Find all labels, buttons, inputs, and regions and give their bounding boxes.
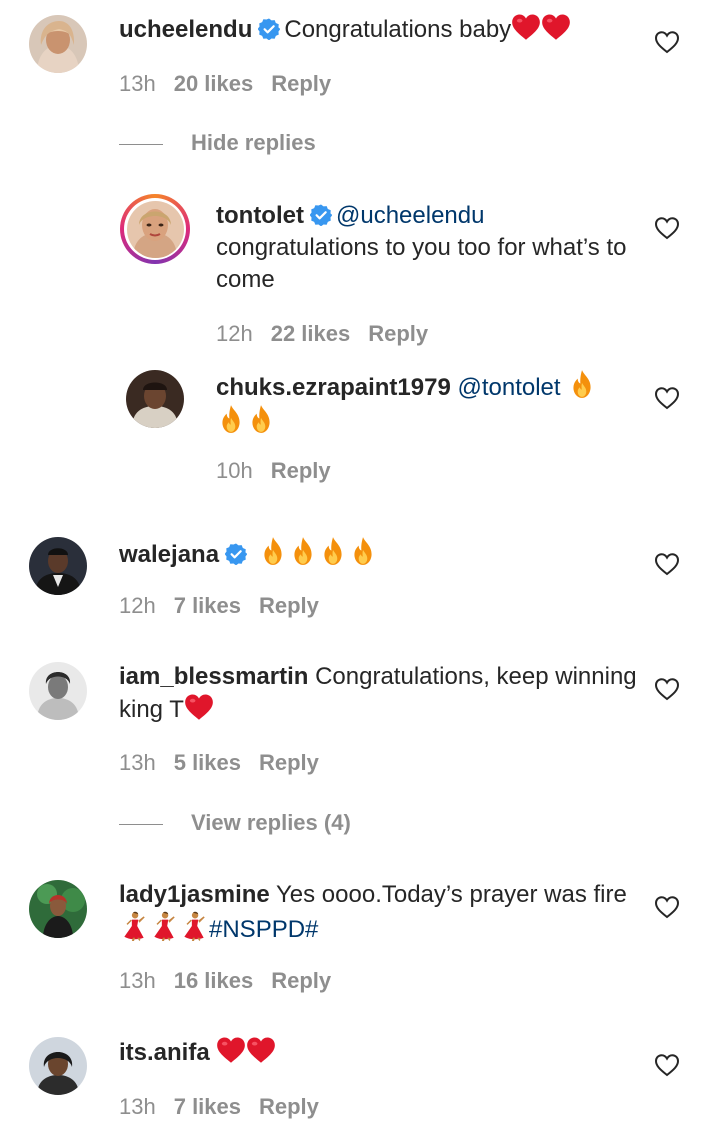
reply-meta: 12h 22 likes Reply <box>216 321 446 347</box>
avatar-image <box>29 662 87 720</box>
fire-emoji-icon <box>258 536 288 566</box>
verified-badge-icon <box>258 18 280 40</box>
avatar-image <box>29 537 87 595</box>
comment-likes[interactable]: 5 likes <box>174 750 241 775</box>
comment-text: Yes oooo.Today’s prayer was fire <box>275 881 627 908</box>
reply-button[interactable]: Reply <box>271 71 331 96</box>
avatar-image <box>126 370 184 428</box>
red-heart-emoji-icon <box>184 693 214 721</box>
avatar[interactable] <box>29 1037 87 1095</box>
reply-username[interactable]: chuks.ezrapaint1979 <box>216 374 451 401</box>
comment-time: 13h <box>119 750 156 775</box>
comment-likes[interactable]: 16 likes <box>174 968 254 993</box>
comment-likes[interactable]: 20 likes <box>174 71 254 96</box>
divider-line <box>119 143 163 145</box>
comment-likes[interactable]: 7 likes <box>174 593 241 618</box>
like-heart-icon[interactable] <box>654 216 680 240</box>
comment-time: 13h <box>119 1094 156 1119</box>
reply-username[interactable]: tontolet <box>216 202 304 229</box>
mention-link[interactable]: @ucheelendu <box>336 202 484 229</box>
comment-username[interactable]: lady1jasmine <box>119 881 270 908</box>
comment-username[interactable]: iam_blessmartin <box>119 663 308 690</box>
avatar[interactable] <box>29 662 87 720</box>
reply-button[interactable]: Reply <box>271 968 331 993</box>
like-heart-icon[interactable] <box>654 386 680 410</box>
dancer-emoji-icon <box>119 911 149 941</box>
fire-emoji-icon <box>567 369 597 399</box>
fire-emoji-icon <box>216 404 246 434</box>
hashtag-link[interactable]: #NSPPD# <box>209 916 318 943</box>
reply-button[interactable]: Reply <box>259 750 319 775</box>
comment-likes[interactable]: 7 likes <box>174 1094 241 1119</box>
comment-body: iam_blessmartin Congratulations, keep wi… <box>119 661 639 726</box>
red-heart-emoji-icon <box>511 13 541 41</box>
verified-badge-icon <box>310 204 332 226</box>
comment-username[interactable]: ucheelendu <box>119 16 252 43</box>
comment-text: Congratulations baby <box>284 16 512 43</box>
avatar[interactable] <box>126 370 184 428</box>
reply-button[interactable]: Reply <box>271 458 331 483</box>
reply-time: 12h <box>216 321 253 346</box>
comment-meta: 13h 20 likes Reply <box>119 71 349 97</box>
like-heart-icon[interactable] <box>654 1053 680 1077</box>
comment-time: 12h <box>119 593 156 618</box>
view-replies-label: View replies (4) <box>191 810 351 835</box>
like-heart-icon[interactable] <box>654 552 680 576</box>
reply-button[interactable]: Reply <box>259 1094 319 1119</box>
avatar-image <box>29 880 87 938</box>
story-avatar[interactable] <box>120 194 190 264</box>
like-heart-icon[interactable] <box>654 895 680 919</box>
reply-meta: 10h Reply <box>216 458 349 484</box>
comment-meta: 13h 7 likes Reply <box>119 1094 337 1120</box>
fire-emoji-icon <box>348 536 378 566</box>
reply-time: 10h <box>216 458 253 483</box>
comment-username[interactable]: its.anifa <box>119 1039 210 1066</box>
hide-replies-button[interactable]: Hide replies <box>119 130 316 156</box>
reply-button[interactable]: Reply <box>259 593 319 618</box>
comment-body: its.anifa <box>119 1036 639 1069</box>
dancer-emoji-icon <box>149 911 179 941</box>
comment-body: lady1jasmine Yes oooo.Today’s prayer was… <box>119 879 639 946</box>
fire-emoji-icon <box>246 404 276 434</box>
like-heart-icon[interactable] <box>654 677 680 701</box>
reply-text: congratulations to you too for what’s to… <box>216 234 627 293</box>
comment-time: 13h <box>119 71 156 96</box>
comment-meta: 13h 5 likes Reply <box>119 750 337 776</box>
reply-button[interactable]: Reply <box>368 321 428 346</box>
red-heart-emoji-icon <box>216 1036 246 1064</box>
avatar[interactable] <box>29 537 87 595</box>
reply-likes[interactable]: 22 likes <box>271 321 351 346</box>
comment-body: walejana <box>119 536 639 571</box>
avatar-image <box>126 200 184 258</box>
comment-meta: 13h 16 likes Reply <box>119 968 349 994</box>
like-heart-icon[interactable] <box>654 30 680 54</box>
view-replies-button[interactable]: View replies (4) <box>119 810 351 836</box>
comment-meta: 12h 7 likes Reply <box>119 593 337 619</box>
avatar-image <box>29 15 87 73</box>
mention-link[interactable]: @tontolet <box>457 374 560 401</box>
comment-username[interactable]: walejana <box>119 541 219 568</box>
comment-body: ucheelendu Congratulations baby <box>119 13 619 46</box>
dancer-emoji-icon <box>179 911 209 941</box>
hide-replies-label: Hide replies <box>191 130 316 155</box>
red-heart-emoji-icon <box>246 1036 276 1064</box>
avatar-image <box>29 1037 87 1095</box>
verified-badge-icon <box>225 543 247 565</box>
avatar[interactable] <box>29 15 87 73</box>
divider-line <box>119 823 163 825</box>
fire-emoji-icon <box>318 536 348 566</box>
avatar[interactable] <box>29 880 87 938</box>
reply-body: chuks.ezrapaint1979 @tontolet <box>216 369 636 439</box>
reply-body: tontolet @ucheelendu congratulations to y… <box>216 200 636 296</box>
comment-time: 13h <box>119 968 156 993</box>
red-heart-emoji-icon <box>541 13 571 41</box>
fire-emoji-icon <box>288 536 318 566</box>
